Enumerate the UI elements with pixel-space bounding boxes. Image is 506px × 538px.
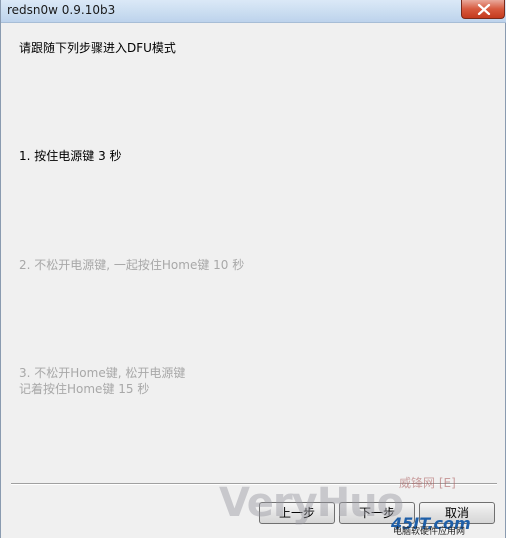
step-3-line-2: 记着按住Home键 15 秒 [19,382,150,396]
step-3-text: 3. 不松开Home键, 松开电源键 记着按住Home键 15 秒 [19,365,185,397]
cancel-button[interactable]: 取消 [419,502,495,524]
window-title: redsn0w 0.9.10b3 [7,3,116,17]
step-3-line-1: 3. 不松开Home键, 松开电源键 [19,366,186,380]
close-icon [477,4,491,15]
site-logo-subtitle: 电脑软硬件应用网 [393,527,466,537]
next-button[interactable]: 下一步 [339,502,415,524]
step-1-text: 1. 按住电源键 3 秒 [19,149,122,163]
step-2-text: 2. 不松开电源键, 一起按住Home键 10 秒 [19,258,245,272]
title-bar[interactable]: redsn0w 0.9.10b3 [1,0,506,23]
footer-separator [11,483,497,485]
close-button[interactable] [461,0,505,19]
instruction-heading: 请跟随下列步骤进入DFU模式 [19,41,176,55]
dfu-wizard-window: redsn0w 0.9.10b3 请跟随下列步骤进入DFU模式 1. 按住电源键… [0,0,506,538]
back-button[interactable]: 上一步 [259,502,335,524]
